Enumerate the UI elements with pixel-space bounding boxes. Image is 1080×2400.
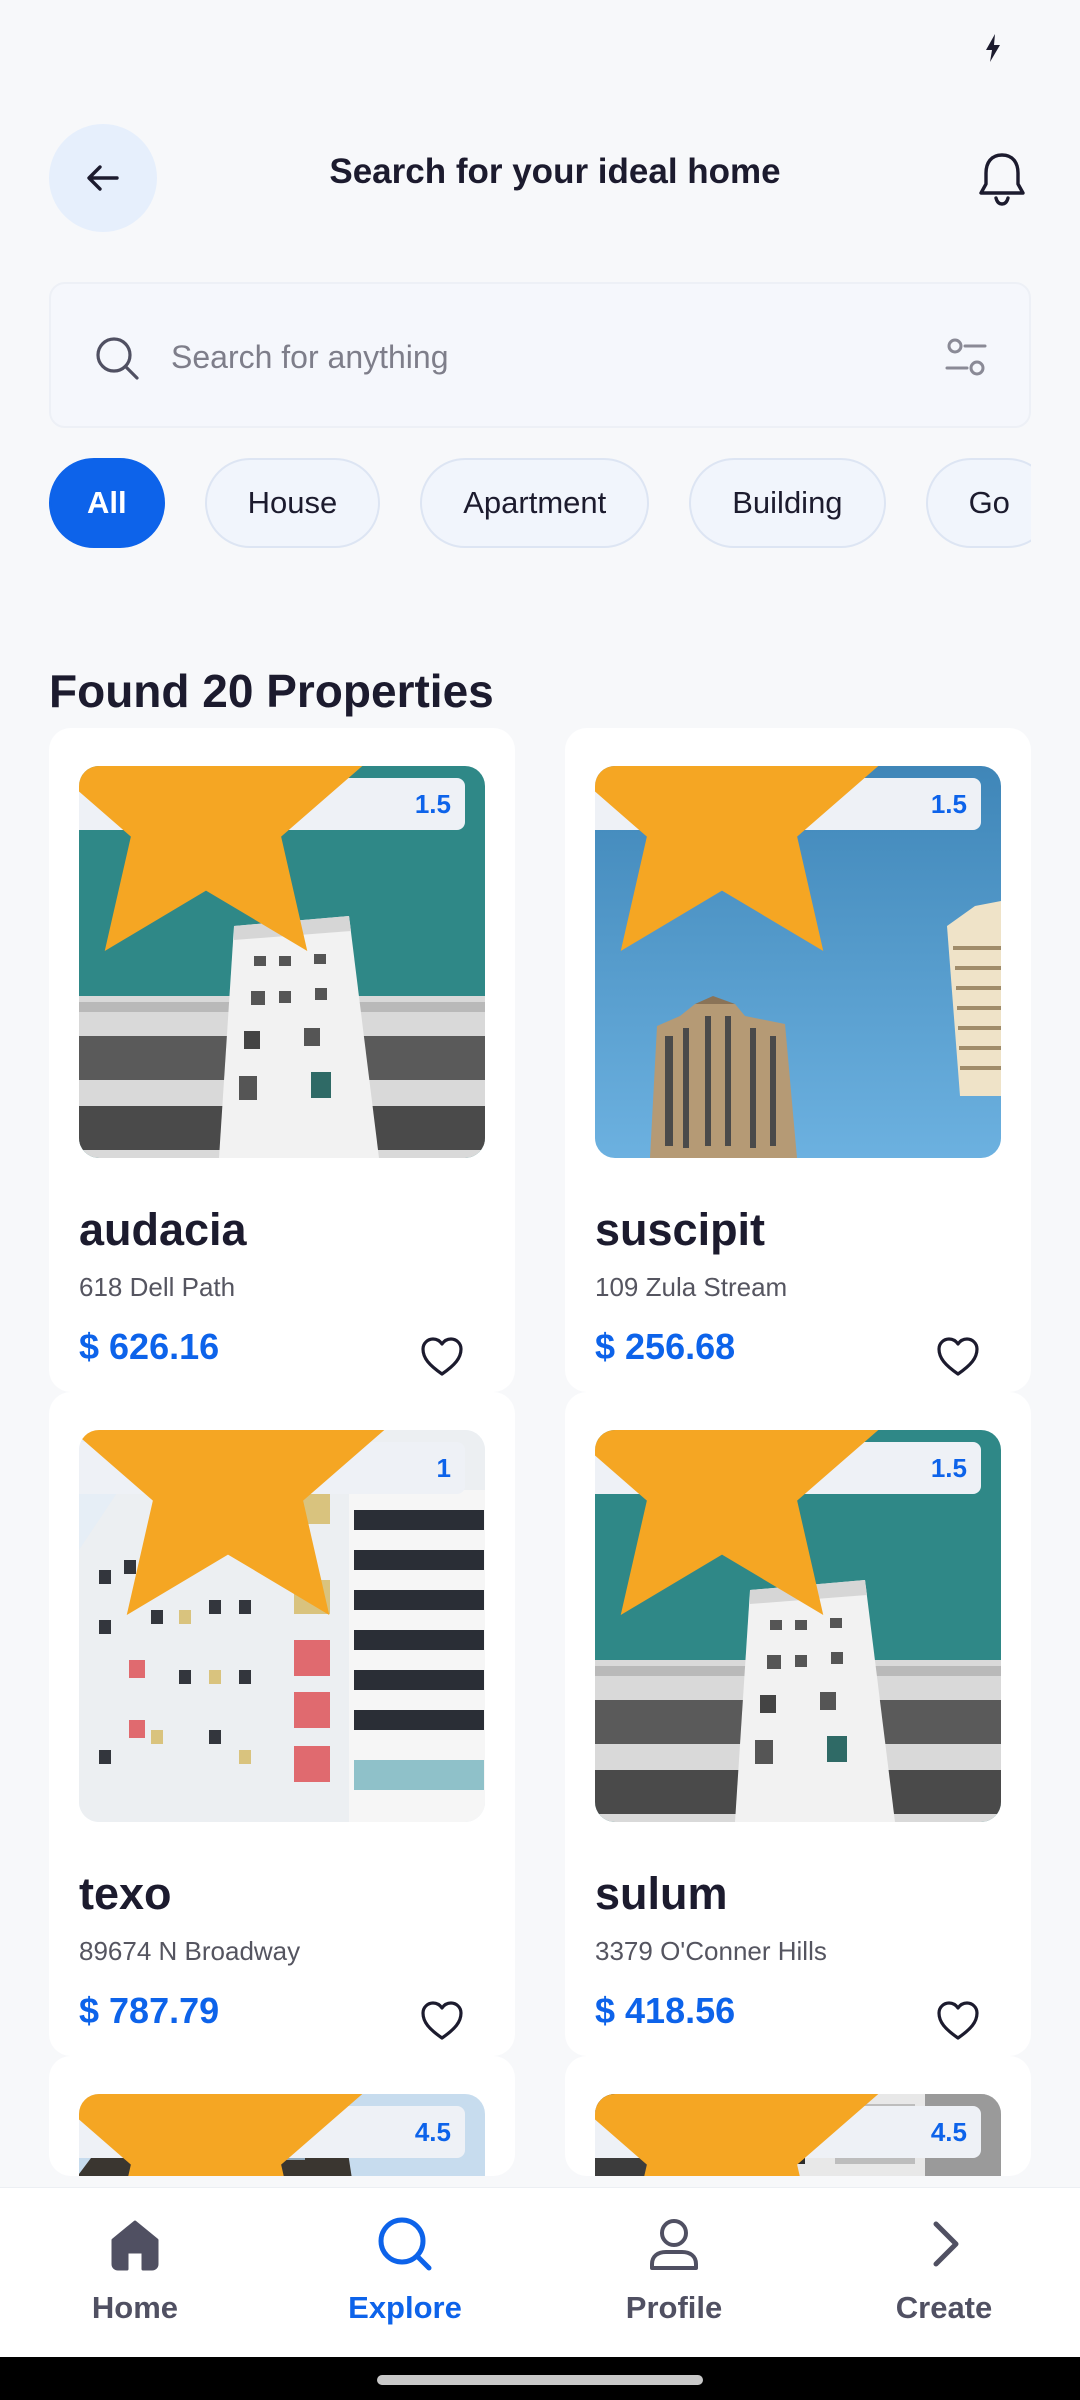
search-icon bbox=[378, 2217, 432, 2271]
property-card[interactable]: 4.5 bbox=[565, 2056, 1031, 2176]
nav-item-create[interactable]: Create bbox=[844, 2214, 1044, 2344]
chip-all[interactable]: All bbox=[49, 458, 165, 548]
nav-item-home[interactable]: Home bbox=[35, 2214, 235, 2344]
heart-icon[interactable] bbox=[935, 1998, 981, 2044]
property-name: sulum bbox=[595, 1868, 728, 1919]
property-card[interactable]: 1.5 suscipit 109 Zula Stream $ 256.68 bbox=[565, 728, 1031, 1392]
rating-value: 4.5 bbox=[930, 2116, 967, 2147]
person-icon bbox=[650, 2219, 698, 2270]
property-photo: 1.5 bbox=[595, 766, 1001, 1158]
search-icon bbox=[96, 337, 139, 380]
status-bar bbox=[0, 0, 1080, 90]
property-price: $ 787.79 bbox=[79, 1990, 220, 2031]
rating-badge: 1.5 bbox=[79, 766, 465, 951]
heart-icon[interactable] bbox=[419, 1998, 465, 2044]
rating-badge: 1.5 bbox=[595, 1430, 981, 1615]
star-icon bbox=[79, 766, 363, 951]
star-icon bbox=[595, 766, 879, 951]
charging-bolt-icon bbox=[986, 34, 1000, 62]
search-bar bbox=[49, 282, 1031, 428]
property-photo: 4.5 bbox=[79, 2094, 485, 2176]
rating-value: 1.5 bbox=[930, 1452, 967, 1483]
property-address: 3379 O'Conner Hills bbox=[595, 1936, 827, 1966]
property-photo: 1.5 bbox=[595, 1430, 1001, 1822]
results-count-title: Found 20 Properties bbox=[49, 665, 494, 717]
header: Search for your ideal home bbox=[0, 124, 1080, 234]
explore-screen: Search for your ideal home All House Apa… bbox=[0, 0, 1080, 2400]
property-card[interactable]: 1.5 sulum 3379 O'Conner Hills $ 418.56 bbox=[565, 1392, 1031, 2056]
property-price: $ 256.68 bbox=[595, 1326, 736, 1367]
property-photo: 1.5 bbox=[79, 766, 485, 1158]
star-icon bbox=[79, 1430, 384, 1615]
star-icon bbox=[595, 2094, 879, 2176]
bell-icon[interactable] bbox=[972, 148, 1032, 208]
property-price: $ 626.16 bbox=[79, 1326, 220, 1367]
property-card[interactable]: 1 texo 89674 N Broadway $ 787.79 bbox=[49, 1392, 515, 2056]
rating-value: 4.5 bbox=[414, 2116, 451, 2147]
chip-house[interactable]: House bbox=[204, 458, 381, 548]
heart-icon[interactable] bbox=[935, 1334, 981, 1380]
star-icon bbox=[595, 1430, 879, 1615]
nav-label: Create bbox=[895, 2290, 993, 2325]
property-name: audacia bbox=[79, 1204, 247, 1255]
chip-building[interactable]: Building bbox=[689, 458, 886, 548]
rating-badge: 1.5 bbox=[595, 766, 981, 951]
bottom-navigation: Home Explore Profile Create bbox=[0, 2187, 1080, 2357]
property-photo: 1 bbox=[79, 1430, 485, 1822]
rating-badge: 4.5 bbox=[595, 2094, 981, 2176]
arrow-left-icon bbox=[87, 165, 119, 191]
rating-value: 1.5 bbox=[414, 788, 451, 819]
property-name: suscipit bbox=[595, 1204, 766, 1255]
search-input[interactable] bbox=[171, 324, 871, 390]
back-button[interactable] bbox=[49, 124, 157, 232]
chip-truncated[interactable]: Go bbox=[925, 458, 1031, 548]
property-card[interactable]: 1.5 audacia 618 Dell Path $ 626.16 bbox=[49, 728, 515, 1392]
property-price: $ 418.56 bbox=[595, 1990, 736, 2031]
property-address: 89674 N Broadway bbox=[79, 1936, 301, 1966]
rating-badge: 4.5 bbox=[79, 2094, 465, 2176]
property-name: texo bbox=[79, 1868, 172, 1919]
home-icon bbox=[111, 2220, 159, 2271]
star-icon bbox=[79, 2094, 363, 2176]
category-filter-chips: All House Apartment Building Go bbox=[49, 458, 1031, 550]
nav-item-profile[interactable]: Profile bbox=[574, 2214, 774, 2344]
property-photo: 4.5 bbox=[595, 2094, 1001, 2176]
heart-icon[interactable] bbox=[419, 1334, 465, 1380]
property-address: 109 Zula Stream bbox=[595, 1272, 788, 1302]
chip-apartment[interactable]: Apartment bbox=[420, 458, 650, 548]
rating-badge: 1 bbox=[79, 1430, 465, 1615]
filter-sliders-icon[interactable] bbox=[941, 332, 991, 382]
nav-label: Home bbox=[91, 2290, 179, 2325]
nav-label: Explore bbox=[348, 2290, 462, 2325]
nav-label: Profile bbox=[625, 2290, 723, 2325]
property-address: 618 Dell Path bbox=[79, 1272, 236, 1302]
rating-value: 1 bbox=[436, 1452, 451, 1483]
home-gesture-handle[interactable] bbox=[377, 2375, 703, 2385]
chevron-right-icon bbox=[933, 2221, 959, 2267]
system-gesture-bar bbox=[0, 2357, 1080, 2400]
page-title: Search for your ideal home bbox=[329, 152, 781, 191]
nav-item-explore[interactable]: Explore bbox=[305, 2214, 505, 2344]
property-card[interactable]: 4.5 bbox=[49, 2056, 515, 2176]
rating-value: 1.5 bbox=[930, 788, 967, 819]
